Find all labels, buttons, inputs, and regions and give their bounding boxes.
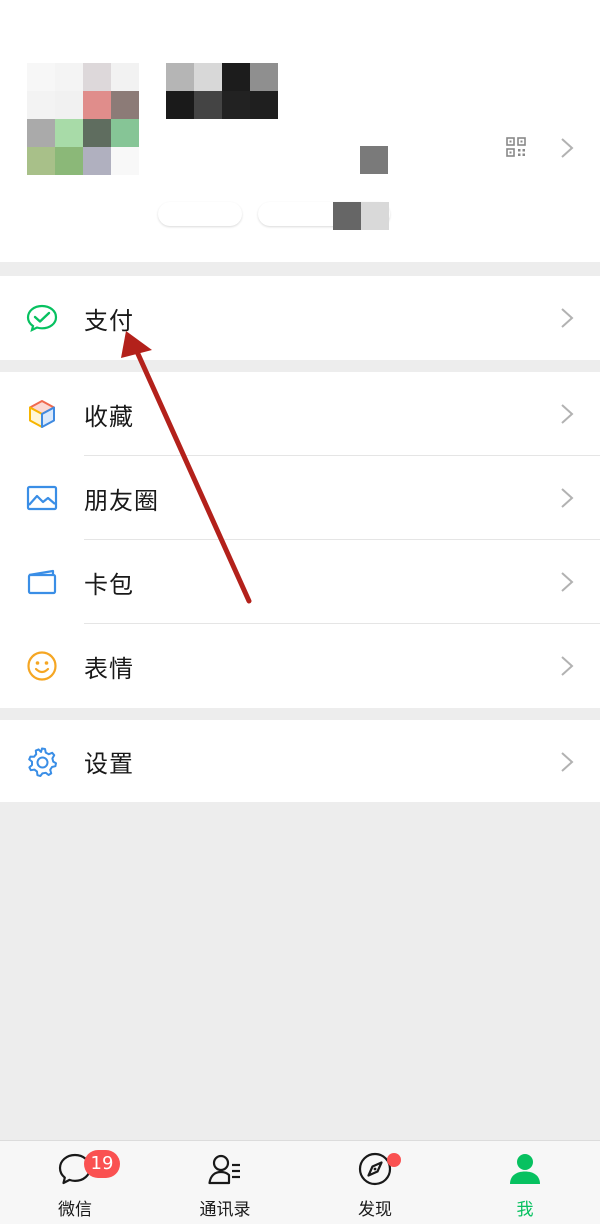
card-wallet-icon — [27, 569, 57, 595]
tab-label: 微信 — [58, 1200, 92, 1220]
chevron-right-icon — [561, 752, 574, 772]
pay-section: 支付 — [0, 276, 600, 360]
tab-chats[interactable]: 19 微信 — [0, 1141, 150, 1224]
favorites-cube-icon — [29, 400, 55, 428]
tab-contacts[interactable]: 通讯录 — [150, 1141, 300, 1224]
chevron-right-icon — [561, 404, 574, 424]
main-menu-section: 收藏 朋友圈 卡包 表情 — [0, 372, 600, 708]
gear-icon — [28, 747, 57, 777]
profile-header[interactable] — [0, 0, 600, 262]
chevron-right-icon — [561, 488, 574, 508]
nickname-blurred — [166, 63, 278, 119]
avatar[interactable] — [27, 63, 139, 175]
wechat-id-blurred — [360, 146, 416, 174]
menu-item-label: 设置 — [84, 749, 134, 778]
tab-label: 通讯录 — [199, 1200, 251, 1220]
status-blurred — [333, 202, 389, 230]
new-moments-dot — [387, 1153, 401, 1167]
qr-code-icon[interactable] — [506, 137, 526, 157]
chevron-right-icon — [561, 572, 574, 592]
menu-item-label: 表情 — [84, 654, 134, 683]
contacts-icon — [208, 1154, 240, 1185]
chevron-right-icon — [561, 308, 574, 328]
status-pill[interactable] — [158, 202, 242, 226]
bottom-tab-bar: 19 微信 通讯录 发现 我 — [0, 1140, 600, 1224]
unread-badge: 19 — [84, 1150, 120, 1178]
menu-item-label: 卡包 — [84, 570, 134, 599]
menu-item-favorites[interactable]: 收藏 — [0, 372, 600, 456]
tab-me[interactable]: 我 — [450, 1141, 600, 1224]
tab-discover[interactable]: 发现 — [300, 1141, 450, 1224]
menu-item-label: 支付 — [84, 306, 134, 335]
menu-item-cards[interactable]: 卡包 — [0, 540, 600, 624]
tab-label: 我 — [516, 1200, 534, 1220]
chevron-right-icon — [561, 656, 574, 676]
menu-item-label: 收藏 — [84, 402, 134, 431]
menu-item-pay[interactable]: 支付 — [0, 276, 600, 360]
person-icon — [510, 1154, 540, 1184]
menu-item-stickers[interactable]: 表情 — [0, 624, 600, 708]
smiley-icon — [27, 651, 57, 681]
menu-item-settings[interactable]: 设置 — [0, 720, 600, 802]
menu-item-moments[interactable]: 朋友圈 — [0, 456, 600, 540]
settings-section: 设置 — [0, 720, 600, 802]
chevron-right-icon — [561, 138, 574, 158]
tab-label: 发现 — [358, 1200, 392, 1220]
wechat-pay-icon — [26, 304, 58, 333]
menu-item-label: 朋友圈 — [84, 486, 159, 515]
moments-image-icon — [26, 485, 58, 511]
